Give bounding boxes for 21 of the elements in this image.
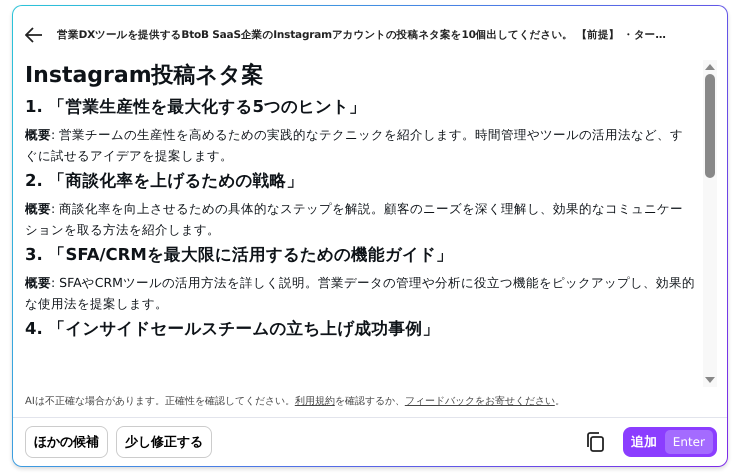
idea-heading: 2. 「商談化率を上げるための戦略」 — [25, 170, 304, 192]
scroll-thumb[interactable] — [705, 74, 715, 178]
feedback-link[interactable]: フィードバックをお寄せください — [404, 396, 555, 407]
option-button[interactable]: 少し修正する — [116, 426, 212, 458]
disclaimer-text: AIは不正確な場合があります。正確性を確認してください。利用規約を確認するか、フィードバックをお寄せください。 — [25, 395, 566, 409]
idea-summary: 概要: 営業チームの生産性を高めるための実践的なテクニックを紹介します。時間管理やツールの活用法など、すぐに試せるアイデアを提案します。 — [25, 126, 684, 165]
idea-summary: 概要: SFAやCRMツールの活用方法を詳しく説明。営業データの管理や分析に役立つ機能をピックアップし、効果的な使用法を提案します。 — [25, 274, 695, 313]
terms-link[interactable]: 利用規約 — [294, 396, 335, 407]
add-button[interactable]: 追加 Enter — [622, 427, 717, 457]
idea-heading: 3. 「SFA/CRMを最大限に活用するための機能ガイド」 — [25, 244, 454, 266]
shortcut-hint: Enter — [664, 430, 713, 454]
idea-summary: 概要: 商談化率を向上させるための具体的なステップを解説。顧客のニーズを深く理解し、効果的なコミュニケーションを取る方法を紹介します。 — [25, 200, 684, 239]
back-icon[interactable] — [25, 27, 43, 43]
idea-heading: 1. 「営業生産性を最大化する5つのヒント」 — [25, 96, 367, 118]
idea-heading: 4. 「インサイドセールスチームの立ち上げ成功事例」 — [25, 318, 440, 340]
prompt-text: 営業DXツールを提供するBtoB SaaS企業のInstagramアカウントの投稿ネタ案を10個出してください。 【前提】 ・ター… — [57, 28, 666, 42]
scroll-up-icon[interactable] — [705, 64, 715, 70]
response-title: Instagram投稿ネタ案 — [25, 62, 265, 90]
scroll-down-icon[interactable] — [705, 377, 715, 383]
scrollbar[interactable] — [703, 60, 717, 387]
option-button[interactable]: ほかの候補 — [25, 426, 108, 458]
